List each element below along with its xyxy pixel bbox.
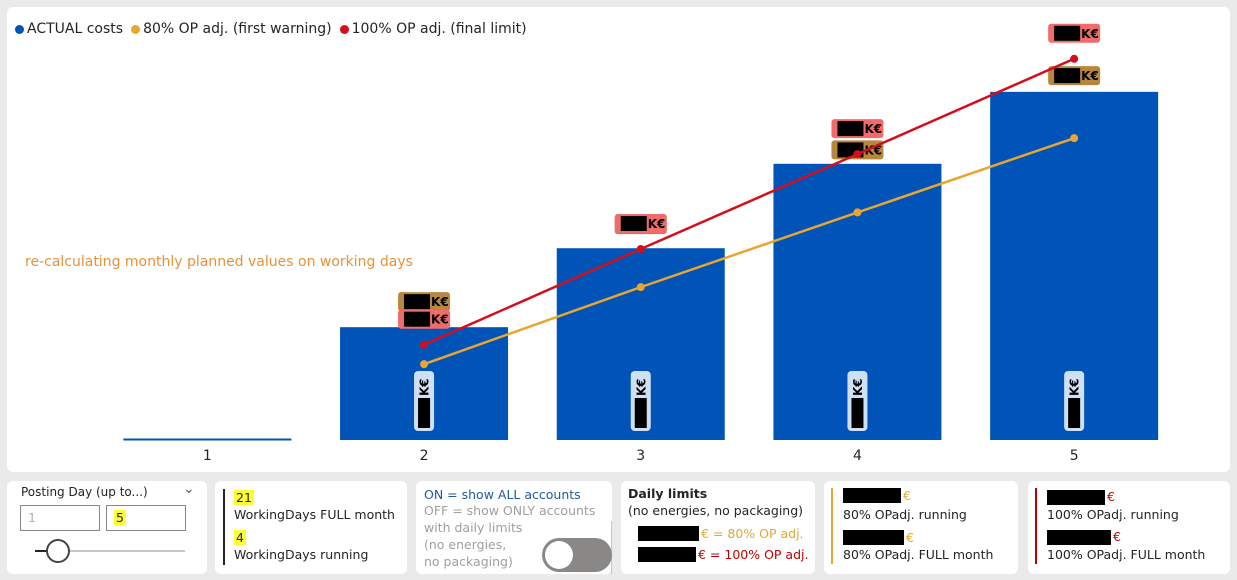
data-label-op100: K€ [431, 313, 449, 327]
point-op80 [636, 283, 645, 292]
line-op80 [423, 136, 1075, 366]
divider-line [223, 489, 225, 565]
daily-limit-100: € = 100% OP adj. [698, 547, 809, 562]
chart-annotation: re-calculating monthly planned values on… [25, 254, 413, 270]
redacted-value [620, 216, 647, 232]
point-op80 [853, 208, 862, 217]
divider-line [611, 521, 612, 574]
redacted-value [418, 398, 431, 428]
slicer-max-input[interactable]: 5 [106, 505, 186, 531]
divider-line [1035, 488, 1037, 564]
point-op100 [636, 245, 645, 254]
point-op100 [420, 340, 429, 349]
data-label-op80: K€ [431, 295, 449, 309]
op80-running-label: 80% OPadj. running [843, 507, 967, 522]
combo-chart: K€K€K€K€12345K€K€K€K€K€K€K€K€ [123, 23, 1159, 464]
daily-limit-80: € = 80% OP adj. [701, 526, 804, 541]
redacted-value [634, 398, 647, 428]
op80-full-label: 80% OPadj. FULL month [843, 547, 994, 562]
chevron-down-icon[interactable]: ⌄ [183, 481, 195, 497]
daily-limits-subtitle: (no energies, no packaging) [628, 503, 804, 518]
redacted-value [404, 311, 431, 327]
redacted-value [404, 294, 431, 310]
working-days-running-value: 4 [234, 530, 246, 545]
daily-limits-title: Daily limits [628, 486, 708, 501]
toggle-on-text: ON = show ALL accounts [424, 487, 581, 502]
data-label-op100: K€ [1081, 27, 1099, 41]
redacted-value [638, 526, 699, 541]
slicer-max-value: 5 [114, 510, 126, 525]
working-days-card: 21 WorkingDays FULL month 4 WorkingDays … [215, 481, 407, 574]
op100-full-unit: € [1113, 529, 1121, 544]
working-days-running-label: WorkingDays running [234, 547, 369, 562]
op100-running-label: 100% OPadj. running [1047, 507, 1179, 522]
slider-handle[interactable] [45, 539, 70, 563]
working-days-full-value: 21 [234, 490, 254, 505]
op100-card: € 100% OPadj. running € 100% OPadj. FULL… [1028, 481, 1230, 574]
line-op100 [423, 57, 1075, 346]
x-tick-label-3: 3 [636, 448, 645, 464]
redacted-value [638, 547, 696, 562]
toggle-off-line-3: (no energies, [424, 537, 507, 552]
chart-panel: ACTUAL costs 80% OP adj. (first warning)… [7, 7, 1230, 472]
x-tick-label-2: 2 [420, 448, 429, 464]
toggle-knob [545, 541, 573, 569]
working-days-full-label: WorkingDays FULL month [234, 507, 395, 522]
accounts-toggle-card: ON = show ALL accounts OFF = show ONLY a… [416, 481, 612, 574]
redacted-value [843, 488, 901, 503]
point-op100 [853, 150, 862, 159]
data-label-op100: K€ [864, 122, 882, 136]
op100-running-unit: € [1107, 489, 1115, 504]
redacted-value [1054, 68, 1081, 84]
redacted-value [1068, 398, 1081, 428]
op80-running-unit: € [903, 488, 911, 503]
slicer-min-input[interactable]: 1 [20, 505, 100, 531]
divider-line [831, 488, 833, 564]
bar-data-label: K€ [1068, 378, 1082, 396]
daily-limits-card: Daily limits (no energies, no packaging)… [621, 481, 815, 574]
redacted-value [837, 121, 864, 137]
bar-data-label: K€ [851, 378, 865, 396]
redacted-value [1047, 530, 1111, 545]
bar-data-label: K€ [418, 378, 432, 396]
redacted-value [1047, 490, 1105, 505]
op80-card: € 80% OPadj. running € 80% OPadj. FULL m… [824, 481, 1018, 574]
accounts-toggle[interactable] [542, 538, 612, 572]
x-tick-label-5: 5 [1070, 448, 1079, 464]
data-label-op80: K€ [1081, 69, 1099, 83]
point-op80 [1070, 134, 1079, 143]
slicer-title: Posting Day (up to...) [21, 485, 148, 499]
point-op100 [1070, 54, 1079, 63]
redacted-value [1054, 25, 1081, 41]
x-tick-label-1: 1 [203, 448, 212, 464]
posting-day-slicer: Posting Day (up to...) ⌄ 1 5 [7, 481, 207, 574]
redacted-value [851, 398, 864, 428]
data-label-op100: K€ [648, 217, 666, 231]
point-op80 [420, 360, 429, 369]
op100-full-label: 100% OPadj. FULL month [1047, 547, 1206, 562]
toggle-off-line-4: no packaging) [424, 554, 513, 569]
toggle-off-line-2: with daily limits [424, 520, 523, 535]
op80-full-unit: € [906, 530, 914, 545]
x-tick-label-4: 4 [853, 448, 862, 464]
toggle-off-line-1: OFF = show ONLY accounts [424, 503, 596, 518]
redacted-value [843, 530, 904, 545]
bar-data-label: K€ [634, 378, 648, 396]
